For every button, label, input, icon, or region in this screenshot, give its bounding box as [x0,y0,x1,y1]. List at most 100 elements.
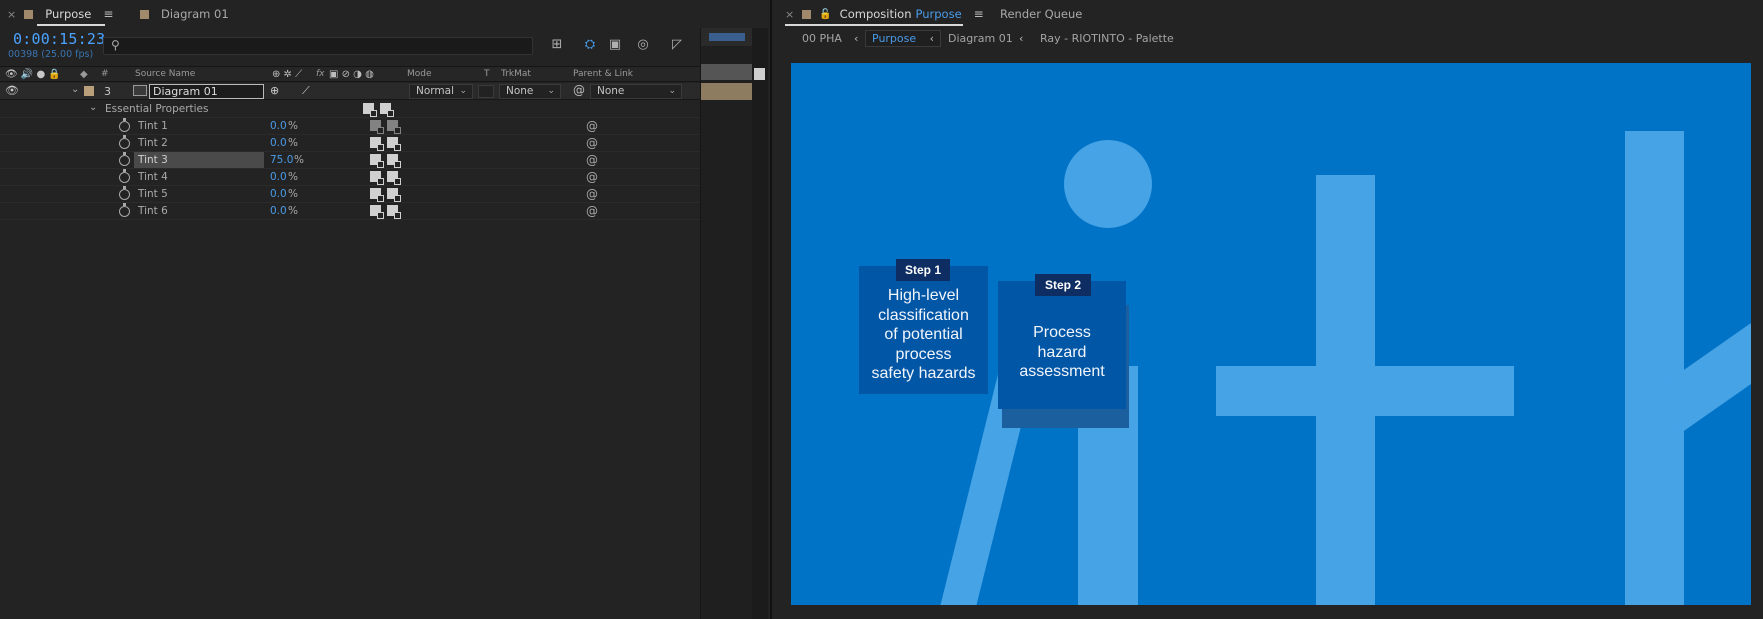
col-number: # [101,69,109,79]
prop-link-down-icon[interactable] [363,103,377,117]
property-row-tint-5[interactable]: Tint 5 0.0 % @ [0,186,700,203]
tab-diagram-01[interactable]: Diagram 01 [140,0,229,28]
step1-box[interactable]: High-level classification of potential p… [859,266,988,394]
collapse-transform-switch-icon[interactable]: ⊕ [270,84,279,97]
panel-menu-icon[interactable]: ≡ [974,7,984,21]
property-unit: % [288,171,298,183]
chevron-down-icon[interactable]: ⌄ [71,84,79,95]
stopwatch-icon[interactable] [119,203,130,217]
stopwatch-icon[interactable] [119,152,130,166]
shy-layers-icon[interactable]: ▣ [606,36,624,54]
lock-icon[interactable]: 🔓 [819,9,831,20]
prop-link-down-icon[interactable] [370,171,384,185]
property-name: Tint 4 [138,171,168,183]
parent-select[interactable]: None ⌄ [590,84,682,99]
chevron-left-icon: ‹ [854,32,859,45]
property-row-tint-4[interactable]: Tint 4 0.0 % @ [0,169,700,186]
prop-link-down-icon[interactable] [370,205,384,219]
time-navigator[interactable] [701,64,753,80]
breadcrumb-item-active[interactable]: Purpose ‹ [865,30,942,47]
stopwatch-icon[interactable] [119,186,130,200]
step1-tag: Step 1 [896,259,950,281]
chevron-down-icon[interactable]: ⌄ [89,102,97,113]
prop-link-up-icon[interactable] [387,120,401,134]
time-ruler[interactable] [701,28,753,46]
col-source-name[interactable]: Source Name [135,69,195,79]
prop-link-down-icon[interactable] [370,120,384,134]
current-time-display[interactable]: 0:00:15:23 [13,30,105,48]
tab-prefix: Composition [839,7,912,21]
col-fx: fx [316,69,325,79]
prop-link-up-icon[interactable] [387,205,401,219]
property-row-tint-6[interactable]: Tint 6 0.0 % @ [0,203,700,220]
stopwatch-icon[interactable] [119,118,130,132]
pickwhip-icon[interactable]: @ [573,83,585,97]
pickwhip-icon[interactable]: @ [586,136,598,150]
property-row-tint-2[interactable]: Tint 2 0.0 % @ [0,135,700,152]
layer-label-color[interactable] [84,86,94,96]
layer-number: 3 [104,85,111,98]
layer-search-input[interactable]: ⚲ [103,37,533,55]
breadcrumb-item[interactable]: 00 PHA [802,32,842,45]
property-unit: % [288,188,298,200]
pickwhip-icon[interactable]: @ [586,170,598,184]
panel-menu-icon[interactable]: ≡ [103,7,113,21]
active-tab-indicator [785,24,963,26]
track-matte-value: None [506,85,534,97]
breadcrumb-item[interactable]: Diagram 01 [948,32,1013,45]
frame-blending-icon[interactable]: ◎ [634,36,652,54]
composition-viewer[interactable]: High-level classification of potential p… [791,63,1751,605]
close-tab-icon[interactable]: × [785,8,794,21]
av-switch-icons: 👁 🔊 ● 🔒 [5,69,61,80]
prop-link-up-icon[interactable] [387,137,401,151]
pickwhip-icon[interactable]: @ [586,119,598,133]
breadcrumb-item[interactable]: Ray - RIOTINTO - Palette [1040,32,1174,45]
current-time-indicator-head[interactable] [754,68,765,80]
pickwhip-icon[interactable]: @ [586,204,598,218]
prop-link-up-icon[interactable] [387,171,401,185]
work-area-bar[interactable] [709,33,745,41]
step2-box[interactable]: Process hazard assessment [998,281,1126,409]
property-value[interactable]: 0.0 [270,137,287,149]
property-value[interactable]: 75.0 [270,154,293,166]
property-name: Tint 5 [138,188,168,200]
tab-render-queue[interactable]: Render Queue [1000,0,1082,28]
essential-properties-group[interactable]: ⌄ Essential Properties [0,101,700,118]
graph-editor-icon[interactable]: ◸ [668,36,686,54]
property-value[interactable]: 0.0 [270,171,287,183]
layer-row[interactable]: 👁 ⌄ 3 Diagram 01 ⊕ ⟋ Normal ⌄ None ⌄ @ N… [0,83,700,100]
prop-link-down-icon[interactable] [370,154,384,168]
layer-switches-icons: ⊕ ✲ ⟋ [272,69,303,80]
prop-link-up-icon[interactable] [387,154,401,168]
prop-link-down-icon[interactable] [370,188,384,202]
property-row-tint-3[interactable]: Tint 3 75.0 % @ [0,152,700,169]
property-row-tint-1[interactable]: Tint 1 0.0 % @ [0,118,700,135]
draft-3d-icon[interactable]: ⛭ [581,36,599,54]
stopwatch-icon[interactable] [119,135,130,149]
quality-switch-icon[interactable]: ⟋ [302,84,310,98]
preserve-transparency-toggle[interactable] [478,85,494,98]
property-value[interactable]: 0.0 [270,120,287,132]
prop-link-up-icon[interactable] [380,103,394,117]
property-value[interactable]: 0.0 [270,205,287,217]
timeline-scrollbar[interactable] [752,28,768,619]
step2-line: assessment [1019,363,1105,380]
layer-duration-bar[interactable] [701,83,753,100]
prop-link-down-icon[interactable] [370,137,384,151]
visibility-eye-icon[interactable]: 👁 [5,84,19,97]
step2-tag: Step 2 [1035,274,1091,296]
track-matte-select[interactable]: None ⌄ [499,84,561,99]
property-value[interactable]: 0.0 [270,188,287,200]
prop-link-up-icon[interactable] [387,188,401,202]
stopwatch-icon[interactable] [119,169,130,183]
timeline-track-area[interactable] [700,28,753,619]
timeline-panel: × Purpose ≡ Diagram 01 0:00:15:23 00398 … [0,0,770,619]
pickwhip-icon[interactable]: @ [586,187,598,201]
composition-flowchart-icon[interactable]: ⊞ [548,36,566,54]
precomp-icon [133,85,147,96]
blend-mode-select[interactable]: Normal ⌄ [409,84,473,99]
layer-name[interactable]: Diagram 01 [149,84,264,99]
close-tab-icon[interactable]: × [7,8,16,21]
pickwhip-icon[interactable]: @ [586,153,598,167]
property-name: Tint 2 [138,137,168,149]
